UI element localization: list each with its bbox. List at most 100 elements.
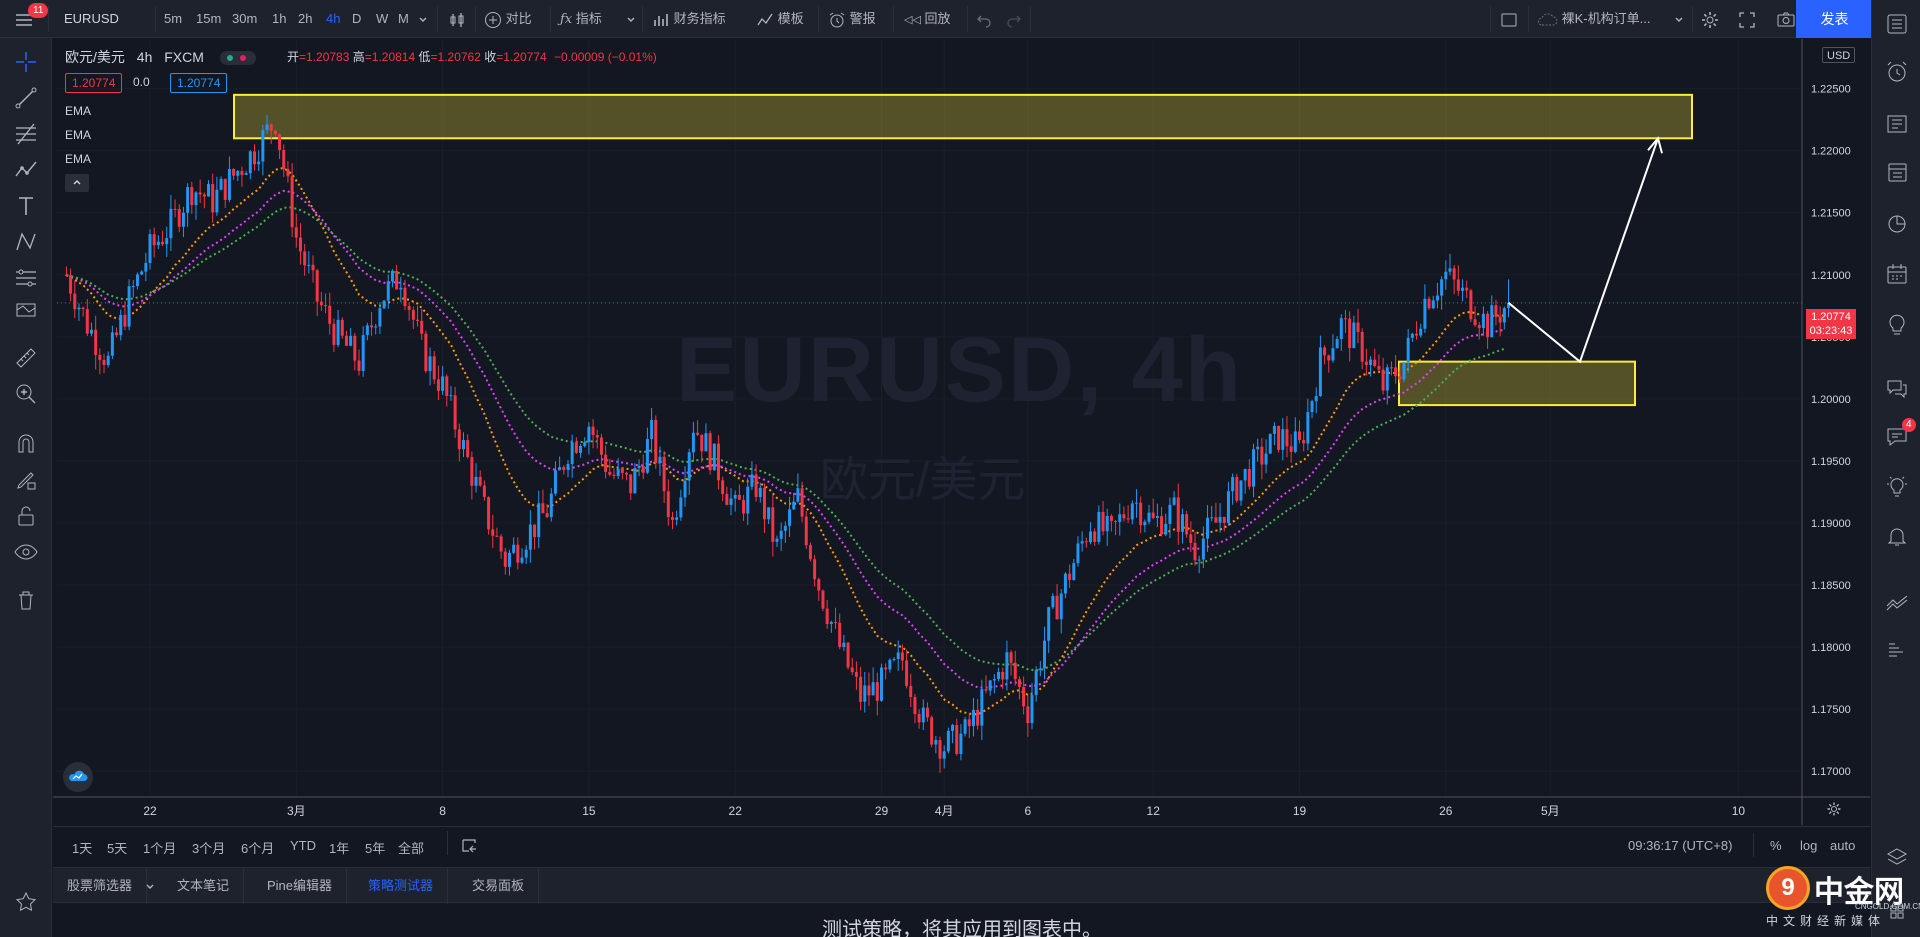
high-label: 高 (352, 50, 365, 64)
close-label: 收 (484, 50, 497, 64)
candle-body (516, 544, 520, 563)
candle-body (466, 440, 470, 458)
candle-body (541, 503, 545, 514)
candle-body (244, 173, 248, 175)
candle-body (152, 234, 156, 246)
currency-tag[interactable]: USD (1822, 47, 1856, 63)
candle-body (951, 724, 955, 731)
range-button[interactable]: YTD (290, 838, 316, 853)
goto-date-button[interactable] (460, 836, 478, 857)
chart-settings-button[interactable] (1826, 801, 1842, 820)
projection-path (1507, 137, 1659, 364)
candle-body (361, 335, 365, 371)
percent-scale-toggle[interactable]: % (1770, 838, 1782, 853)
candle-body (533, 524, 537, 538)
candle-body (215, 189, 219, 213)
candle-body (1185, 514, 1189, 535)
time-tick-label: 19 (1293, 804, 1307, 818)
ask-price[interactable]: 1.20774 (170, 73, 228, 93)
candle-body (474, 476, 478, 486)
candle-body (273, 130, 277, 135)
range-button[interactable]: 5天 (107, 838, 127, 857)
candle-body (378, 308, 382, 327)
candle-body (340, 319, 344, 336)
candle-body (336, 319, 340, 345)
candle-body (1043, 640, 1047, 669)
candle-body (227, 168, 231, 200)
high-value: =1.20814 (364, 50, 416, 64)
price-tick-label: 1.21000 (1811, 270, 1851, 282)
bottom-tab[interactable]: 文本笔记 (163, 868, 245, 904)
candle-body (767, 507, 771, 520)
ema-indicator-3[interactable]: EMA (65, 152, 91, 166)
collapse-indicators-button[interactable] (65, 174, 89, 192)
candle-body (545, 513, 549, 518)
candle-body (1410, 333, 1414, 338)
candle-body (905, 660, 909, 686)
bid-price[interactable]: 1.20774 (65, 73, 123, 93)
candle-body (127, 286, 131, 327)
bottom-tab[interactable]: 交易面板 (458, 868, 540, 904)
low-value: =1.20762 (430, 50, 481, 64)
range-button[interactable]: 3个月 (192, 838, 225, 857)
candle-body (733, 494, 737, 499)
ema-line (66, 189, 1505, 689)
range-button[interactable]: 1年 (329, 838, 349, 857)
candle-body (604, 454, 608, 472)
candle-body (963, 719, 967, 734)
candle-body (85, 309, 89, 334)
market-status-pill[interactable] (219, 51, 256, 66)
candle-body (1076, 543, 1080, 564)
candle-body (946, 730, 950, 752)
candle-body (1481, 313, 1485, 329)
candle-body (1068, 573, 1072, 580)
ema-indicator-1[interactable]: EMA (65, 104, 91, 118)
candle-body (173, 208, 177, 210)
candle-body (1126, 518, 1130, 520)
candle-body (1017, 679, 1021, 687)
price-tick-label: 1.19000 (1811, 518, 1851, 530)
candle-body (1498, 316, 1502, 323)
candle-body (666, 491, 670, 518)
bottom-tab[interactable]: Pine编辑器 (253, 868, 348, 904)
log-scale-toggle[interactable]: log (1800, 838, 1817, 853)
candle-body (838, 622, 842, 648)
candle-body (721, 480, 725, 495)
candle-body (64, 274, 68, 276)
range-button[interactable]: 6个月 (241, 838, 274, 857)
time-tick-label: 29 (875, 804, 889, 818)
candle-body (298, 237, 302, 252)
candle-body (81, 307, 85, 310)
candle-body (232, 168, 236, 176)
candle-body (445, 376, 449, 396)
candle-body (1143, 521, 1147, 526)
tradingview-logo[interactable] (63, 762, 93, 792)
candle-body (181, 212, 185, 227)
candle-body (131, 286, 135, 288)
candle-body (1005, 652, 1009, 680)
range-button[interactable]: 全部 (398, 838, 424, 857)
range-button[interactable]: 1个月 (143, 838, 176, 857)
candle-body (746, 486, 750, 514)
change-value: −0.00009 (−0.01%) (554, 50, 657, 64)
range-button[interactable]: 5年 (365, 838, 385, 857)
bottom-tab[interactable]: 股票筛选器 (53, 868, 148, 904)
range-button[interactable]: 1天 (72, 838, 92, 857)
auto-scale-toggle[interactable]: auto (1830, 838, 1855, 853)
candle-body (771, 507, 775, 542)
cngold-slogan: 中文财经新媒体 (1766, 914, 1886, 928)
candle-body (1256, 446, 1260, 450)
clock-readout[interactable]: 09:36:17 (UTC+8) (1628, 838, 1732, 853)
candle-body (595, 435, 599, 438)
candle-body (913, 697, 917, 714)
candle-body (1210, 517, 1214, 519)
candle-body (637, 466, 641, 469)
candle-body (294, 227, 298, 238)
candle-body (900, 652, 904, 661)
legend-symbol-row[interactable]: 欧元/美元 4h FXCM (65, 47, 256, 67)
candle-body (315, 270, 319, 302)
candle-body (1097, 511, 1101, 542)
candle-body (73, 293, 77, 310)
bottom-tab[interactable]: 策略测试器 (354, 868, 449, 904)
ema-indicator-2[interactable]: EMA (65, 128, 91, 142)
